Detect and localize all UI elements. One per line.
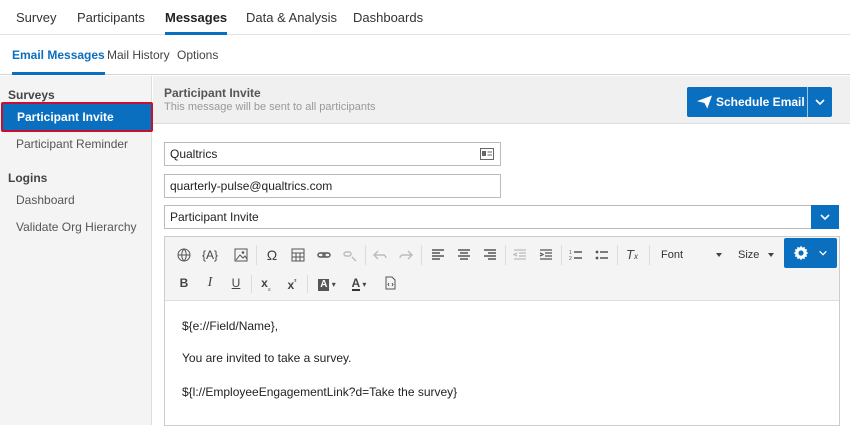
svg-text:2: 2 (569, 256, 572, 262)
top-nav: Survey Participants Messages Data & Anal… (0, 0, 850, 35)
tab-messages[interactable]: Messages (165, 0, 228, 35)
align-left-icon[interactable] (427, 244, 449, 266)
tab-email-messages[interactable]: Email Messages (12, 35, 105, 75)
paper-plane-icon (697, 95, 712, 109)
omega-icon[interactable]: Ω (261, 244, 283, 266)
schedule-email-label: Schedule Email (716, 95, 805, 109)
rich-text-editor: {A} Ω 1 2 Tx Font Size B I U x₂ x² A ▾ A… (164, 236, 840, 426)
align-right-icon[interactable] (479, 244, 501, 266)
numbered-list-icon[interactable]: 12 (565, 244, 587, 266)
sidebar-section-surveys: Surveys (8, 88, 55, 102)
undo-icon[interactable] (369, 244, 391, 266)
caret-down-icon (716, 253, 722, 257)
message-editor-panel: Participant Invite This message will be … (153, 76, 850, 426)
underline-icon[interactable]: U (225, 272, 247, 294)
sidebar-item-participant-invite[interactable]: Participant Invite (1, 102, 153, 132)
globe-icon[interactable] (173, 244, 195, 266)
source-code-icon[interactable] (379, 272, 401, 294)
font-dropdown-label: Font (661, 249, 684, 261)
bullet-list-icon[interactable] (591, 244, 613, 266)
email-body-line[interactable]: ${e://Field/Name}, (182, 319, 278, 333)
piped-text-icon[interactable]: {A} (199, 244, 221, 266)
font-dropdown[interactable]: Font (655, 244, 725, 266)
table-icon[interactable] (287, 244, 309, 266)
sidebar: Surveys Participant Invite Participant R… (0, 76, 153, 425)
sidebar-section-logins: Logins (8, 171, 48, 185)
editor-toolbar: {A} Ω 1 2 Tx Font Size B I U x₂ x² A ▾ A… (165, 237, 839, 301)
message-header: Participant Invite This message will be … (153, 76, 850, 124)
text-color-icon[interactable]: A ▾ (345, 272, 373, 294)
size-dropdown[interactable]: Size (732, 244, 778, 266)
message-title: Participant Invite (164, 86, 261, 100)
align-center-icon[interactable] (453, 244, 475, 266)
tab-survey[interactable]: Survey (16, 0, 56, 35)
email-body-line[interactable]: ${l://EmployeeEngagementLink?d=Take the … (182, 385, 457, 399)
size-dropdown-label: Size (738, 249, 760, 261)
tab-dashboards[interactable]: Dashboards (353, 0, 423, 35)
chevron-down-icon (819, 250, 827, 256)
sub-nav: Email Messages Mail History Options (0, 35, 850, 75)
redo-icon[interactable] (395, 244, 417, 266)
editor-settings-button[interactable] (784, 238, 837, 268)
from-name-field[interactable]: Qualtrics (164, 142, 501, 166)
tab-participants[interactable]: Participants (77, 0, 145, 35)
message-subtitle: This message will be sent to all partici… (164, 101, 376, 113)
caret-down-icon (768, 253, 774, 257)
tab-mail-history[interactable]: Mail History (107, 35, 170, 75)
message-select[interactable]: Participant Invite (164, 205, 839, 229)
tab-data-analysis[interactable]: Data & Analysis (246, 0, 337, 35)
message-select-value: Participant Invite (170, 210, 259, 224)
unlink-icon[interactable] (339, 244, 361, 266)
schedule-email-button[interactable]: Schedule Email (687, 87, 832, 117)
tab-options[interactable]: Options (177, 35, 218, 75)
superscript-icon[interactable]: x² (281, 272, 303, 294)
background-color-icon[interactable]: A ▾ (313, 272, 341, 294)
from-name-value: Qualtrics (170, 147, 218, 161)
email-body-line[interactable]: You are invited to take a survey. (182, 351, 351, 365)
chevron-down-icon (820, 214, 830, 221)
sidebar-item-dashboard[interactable]: Dashboard (16, 193, 75, 207)
outdent-icon[interactable] (509, 244, 531, 266)
italic-icon[interactable]: I (199, 272, 221, 294)
sidebar-item-participant-reminder[interactable]: Participant Reminder (16, 137, 128, 151)
bold-icon[interactable]: B (173, 272, 195, 294)
subscript-icon[interactable]: x₂ (255, 272, 277, 294)
contact-card-icon[interactable] (480, 148, 494, 160)
chevron-down-icon[interactable] (814, 96, 826, 108)
gear-icon (793, 245, 809, 261)
image-icon[interactable] (230, 244, 252, 266)
indent-icon[interactable] (535, 244, 557, 266)
link-icon[interactable] (313, 244, 335, 266)
message-select-button[interactable] (811, 205, 839, 229)
clear-formatting-icon[interactable]: Tx (621, 244, 643, 266)
from-email-field[interactable]: quarterly-pulse@qualtrics.com (164, 174, 501, 198)
sidebar-item-validate-org-hierarchy[interactable]: Validate Org Hierarchy (16, 220, 137, 234)
